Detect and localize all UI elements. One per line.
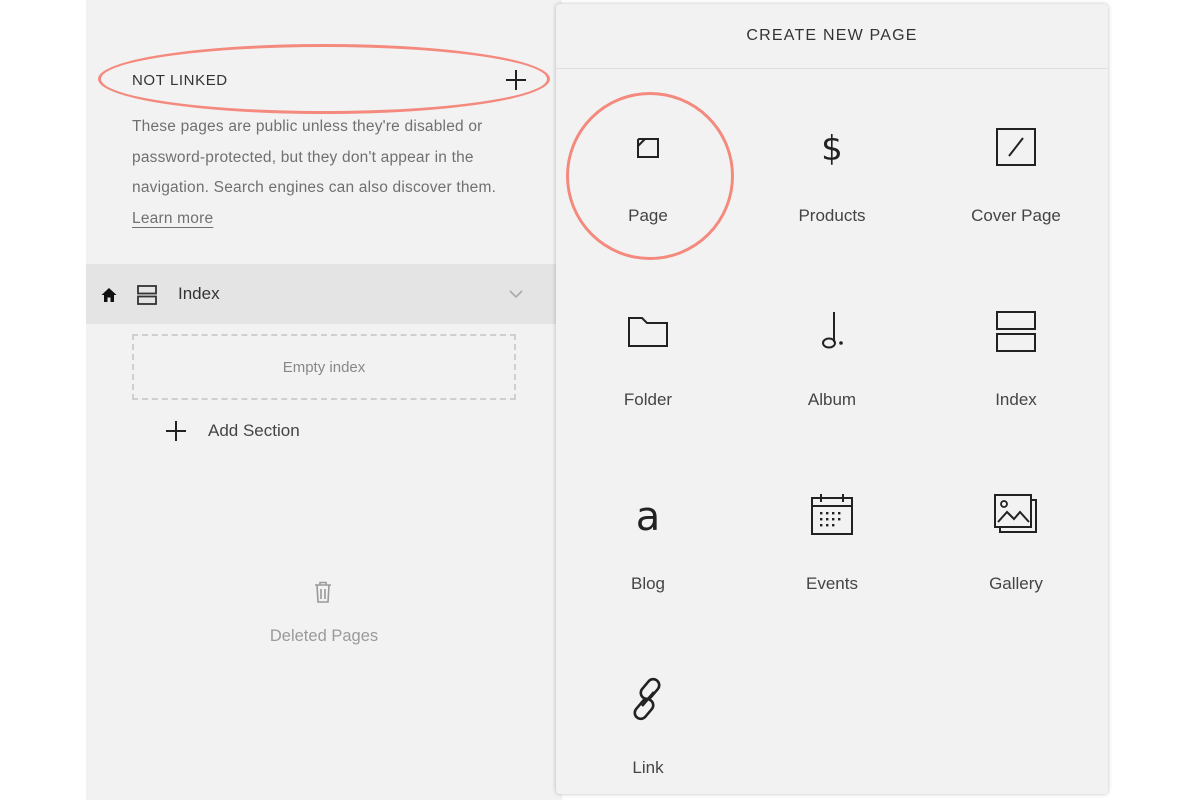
pages-sidebar: NOT LINKED These pages are public unless… bbox=[86, 0, 562, 800]
option-label: Gallery bbox=[989, 574, 1043, 593]
not-linked-description: These pages are public unless they're di… bbox=[132, 112, 522, 234]
create-link-option[interactable]: Link bbox=[556, 552, 740, 777]
trash-icon[interactable] bbox=[312, 580, 334, 604]
plus-icon bbox=[166, 421, 186, 441]
create-cover-page-option[interactable]: Cover Page bbox=[924, 0, 1108, 225]
create-folder-option[interactable]: Folder bbox=[556, 184, 740, 409]
svg-text:a: a bbox=[636, 494, 661, 540]
learn-more-link[interactable]: Learn more bbox=[132, 210, 213, 227]
create-page-option[interactable]: Page bbox=[556, 0, 740, 225]
create-products-option[interactable]: $ Products bbox=[740, 0, 924, 225]
folder-icon bbox=[628, 317, 668, 347]
home-icon bbox=[101, 288, 117, 302]
sidebar-item-index[interactable]: Index bbox=[86, 264, 562, 324]
create-gallery-option[interactable]: Gallery bbox=[924, 368, 1108, 593]
not-linked-header: NOT LINKED bbox=[132, 70, 528, 92]
deleted-pages-link[interactable]: Deleted Pages bbox=[86, 627, 562, 646]
create-index-option[interactable]: Index bbox=[924, 184, 1108, 409]
chevron-down-icon[interactable] bbox=[508, 286, 524, 302]
index-icon bbox=[137, 285, 157, 305]
sidebar-item-label: Index bbox=[178, 284, 220, 303]
create-events-option[interactable]: Events bbox=[740, 368, 924, 593]
option-label: Events bbox=[806, 574, 858, 593]
svg-text:$: $ bbox=[821, 129, 843, 169]
not-linked-title: NOT LINKED bbox=[132, 72, 228, 89]
create-album-option[interactable]: Album bbox=[740, 184, 924, 409]
add-section-label: Add Section bbox=[208, 421, 300, 440]
add-section-button[interactable]: Add Section bbox=[164, 418, 300, 444]
calendar-icon bbox=[811, 494, 853, 535]
not-linked-description-text: These pages are public unless they're di… bbox=[132, 118, 497, 196]
link-icon bbox=[633, 677, 661, 721]
empty-index-placeholder: Empty index bbox=[132, 334, 516, 400]
index-icon bbox=[996, 311, 1036, 352]
gallery-icon bbox=[994, 494, 1037, 533]
create-new-page-panel: CREATE NEW PAGE Page $ Products Cover Pa… bbox=[556, 4, 1108, 794]
plus-icon[interactable] bbox=[504, 68, 528, 92]
option-label: Link bbox=[632, 758, 664, 777]
blog-icon: a bbox=[636, 494, 661, 540]
dollar-icon: $ bbox=[821, 129, 843, 169]
empty-index-label: Empty index bbox=[282, 358, 366, 376]
create-blog-option[interactable]: a Blog bbox=[556, 368, 740, 593]
music-note-icon bbox=[822, 312, 843, 349]
cover-page-icon bbox=[996, 128, 1036, 166]
page-icon bbox=[637, 138, 659, 158]
